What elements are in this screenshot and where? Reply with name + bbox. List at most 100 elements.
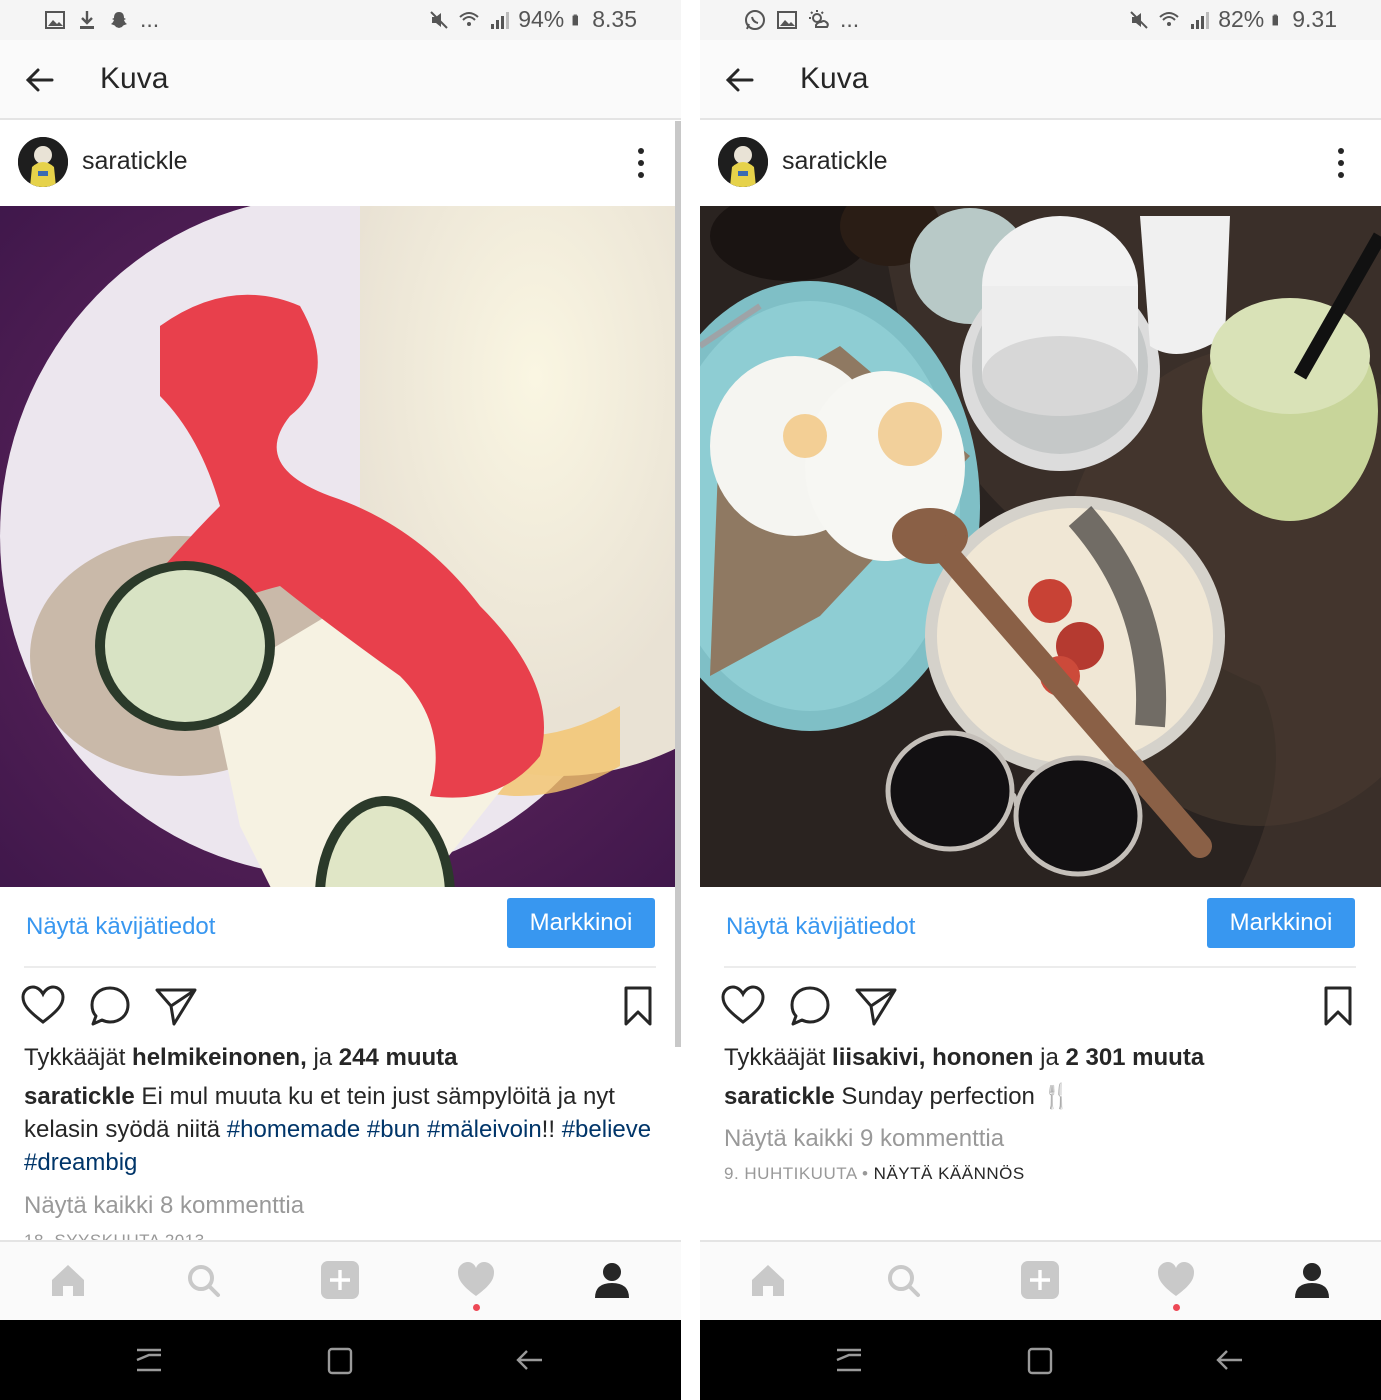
bottom-tab-bar <box>0 1240 681 1320</box>
view-insights-link[interactable]: Näytä kävijätiedot <box>726 913 915 941</box>
whatsapp-icon <box>745 9 765 30</box>
post-actions <box>0 980 681 1036</box>
promote-button[interactable]: Markkinoi <box>1207 898 1355 948</box>
liker-1[interactable]: liisakivi <box>832 1044 919 1071</box>
hashtag[interactable]: #homemade <box>227 1116 360 1143</box>
promo-row: Näytä kävijätiedot Markkinoi <box>700 887 1381 967</box>
notification-dot <box>1173 1304 1180 1311</box>
likes-others[interactable]: 2 301 muuta <box>1065 1044 1204 1071</box>
battery-percent: 94% <box>518 6 565 32</box>
likes-line: Tykkääjät liisakivi, hononen ja 2 301 mu… <box>724 1044 1204 1072</box>
liker-2[interactable]: hononen <box>932 1044 1033 1071</box>
hashtag[interactable]: #bun <box>367 1116 420 1143</box>
liker-1[interactable]: helmikeinonen <box>132 1044 300 1071</box>
clock: 8.35 <box>592 6 637 32</box>
caption-username[interactable]: saratickle <box>724 1083 835 1110</box>
add-post-icon[interactable] <box>1020 1260 1060 1300</box>
home-button-icon[interactable] <box>322 1342 358 1378</box>
more-options-icon[interactable] <box>1331 145 1351 181</box>
app-bar: Kuva <box>700 40 1381 120</box>
recent-apps-icon[interactable] <box>831 1342 867 1378</box>
profile-icon[interactable] <box>1292 1260 1332 1300</box>
promo-row: Näytä kävijätiedot Markkinoi <box>0 887 681 967</box>
post-username[interactable]: saratickle <box>82 147 188 176</box>
back-button-icon[interactable] <box>1212 1342 1248 1378</box>
image-icon <box>45 10 65 29</box>
home-icon[interactable] <box>748 1260 788 1300</box>
page-title: Kuva <box>100 62 169 95</box>
wifi-icon <box>459 11 479 26</box>
mute-icon <box>430 10 448 29</box>
status-bar: ... 94% 8.35 <box>0 0 681 40</box>
hashtag[interactable]: #believe <box>562 1116 651 1143</box>
caption: saratickle Ei mul muuta ku et tein just … <box>24 1080 664 1179</box>
home-button-icon[interactable] <box>1022 1342 1058 1378</box>
avatar[interactable] <box>18 137 68 187</box>
signal-icon <box>1191 11 1210 29</box>
wifi-icon <box>1159 11 1179 26</box>
post-actions <box>700 980 1381 1036</box>
battery-icon <box>1272 14 1279 25</box>
see-translation-link[interactable]: NÄYTÄ KÄÄNNÖS <box>874 1164 1025 1183</box>
view-insights-link[interactable]: Näytä kävijätiedot <box>26 913 215 941</box>
search-icon[interactable] <box>183 1260 223 1300</box>
fork-knife-emoji: 🍴 <box>1041 1083 1072 1110</box>
likes-sep: , <box>300 1044 314 1071</box>
post-photo[interactable] <box>700 206 1381 887</box>
comment-icon[interactable] <box>88 984 132 1028</box>
notification-dot <box>473 1304 480 1311</box>
share-icon[interactable] <box>154 984 198 1028</box>
activity-heart-icon[interactable] <box>1156 1260 1196 1300</box>
profile-icon[interactable] <box>592 1260 632 1300</box>
snapchat-icon <box>111 11 127 28</box>
post-date-text: 9. HUHTIKUUTA <box>724 1164 857 1183</box>
bookmark-icon[interactable] <box>1316 984 1360 1028</box>
post-header: saratickle <box>700 121 1381 205</box>
image-icon <box>777 10 797 29</box>
status-more: ... <box>840 6 860 32</box>
post-username[interactable]: saratickle <box>782 147 888 176</box>
likes-and: ja <box>1033 1044 1066 1071</box>
hashtag[interactable]: #mäleivoin <box>427 1116 542 1143</box>
recent-apps-icon[interactable] <box>131 1342 167 1378</box>
comment-icon[interactable] <box>788 984 832 1028</box>
panel-gap <box>681 0 700 1400</box>
system-nav-bar <box>700 1320 1381 1400</box>
divider <box>724 966 1356 968</box>
back-arrow-icon[interactable] <box>22 62 58 98</box>
heart-icon[interactable] <box>721 984 765 1028</box>
back-arrow-icon[interactable] <box>722 62 758 98</box>
home-icon[interactable] <box>48 1260 88 1300</box>
view-comments-link[interactable]: Näytä kaikki 8 kommenttia <box>24 1192 304 1220</box>
divider <box>24 966 656 968</box>
likes-others[interactable]: 244 muuta <box>339 1044 458 1071</box>
caption: saratickle Sunday perfection 🍴 <box>724 1080 1364 1113</box>
caption-username[interactable]: saratickle <box>24 1083 135 1110</box>
page-title: Kuva <box>800 62 869 95</box>
download-icon <box>80 10 94 29</box>
likes-prefix: Tykkääjät <box>24 1044 133 1071</box>
post-photo[interactable] <box>0 206 681 887</box>
battery-percent: 82% <box>1218 6 1265 32</box>
bookmark-icon[interactable] <box>616 984 660 1028</box>
activity-heart-icon[interactable] <box>456 1260 496 1300</box>
search-icon[interactable] <box>883 1260 923 1300</box>
post-date: 9. HUHTIKUUTA • NÄYTÄ KÄÄNNÖS <box>724 1164 1025 1183</box>
heart-icon[interactable] <box>21 984 65 1028</box>
mute-icon <box>1130 10 1148 29</box>
post-header: saratickle <box>0 121 681 205</box>
add-post-icon[interactable] <box>320 1260 360 1300</box>
avatar[interactable] <box>718 137 768 187</box>
share-icon[interactable] <box>854 984 898 1028</box>
promote-button[interactable]: Markkinoi <box>507 898 655 948</box>
system-nav-bar <box>0 1320 681 1400</box>
view-comments-link[interactable]: Näytä kaikki 9 kommenttia <box>724 1125 1004 1153</box>
caption-suffix: !! <box>541 1116 556 1143</box>
more-options-icon[interactable] <box>631 145 651 181</box>
post-date: 18. SYYSKUUTA 2013 <box>24 1231 205 1240</box>
bottom-tab-bar <box>700 1240 1381 1320</box>
signal-icon <box>491 11 510 29</box>
app-bar: Kuva <box>0 40 681 120</box>
hashtag[interactable]: #dreambig <box>24 1149 137 1176</box>
back-button-icon[interactable] <box>512 1342 548 1378</box>
